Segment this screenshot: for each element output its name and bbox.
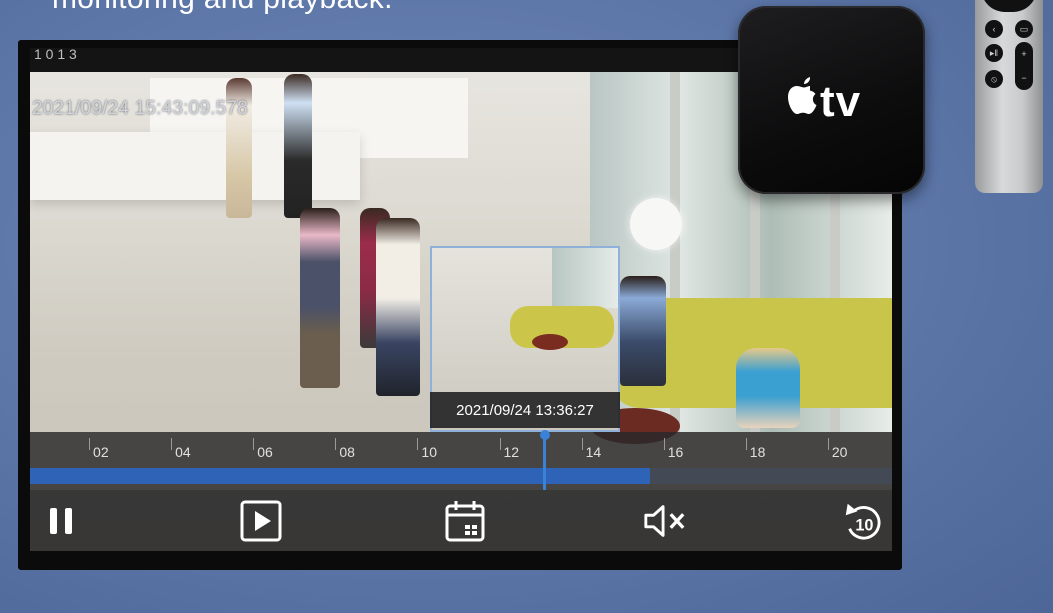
timeline-recorded-fill [30,468,650,484]
calendar-icon [445,501,485,542]
timeline-tick-label: 10 [421,444,437,460]
timeline-tick-label: 18 [749,444,766,460]
topbar-text: 1 0 1 3 [34,48,77,62]
timeline-tick [581,438,583,450]
timeline-tick [663,438,665,450]
timeline-tick [417,438,419,450]
timeline-tick-label: 06 [257,444,273,460]
timeline-playhead[interactable] [543,432,547,490]
apple-tv-logo-text: tv [820,77,862,126]
timeline-tick [335,438,337,450]
play-button[interactable] [238,498,284,544]
timeline-tick-label: 02 [93,444,109,460]
person [300,208,340,388]
headline-text: monitoring and playback. [52,0,393,16]
remote-play-pause-button: ▸‖ [985,44,1003,62]
rewind-10-button[interactable]: 10 [840,498,886,544]
timeline-tick [89,438,91,450]
timeline-tick-label: 08 [339,444,355,460]
person [736,348,800,428]
timeline-tick-label: 12 [503,444,520,460]
timeline-tick [499,438,501,450]
person [284,74,312,218]
timeline-tick [827,438,829,450]
apple-tv-box: tv [738,6,925,194]
apple-tv-logo: tv [786,76,861,127]
remote-volume-rocker: + − [1015,42,1033,90]
preview-time-label: 2021/09/24 13:36:27 [430,392,620,428]
timeline-tick [171,438,173,450]
timeline-tick-label: 20 [831,444,848,460]
playback-timeline[interactable]: 020406081012141618202 [30,430,892,490]
timeline-tick-label: 04 [175,444,191,460]
mute-icon [644,505,685,537]
rewind-10-icon: 10 [845,503,881,540]
mute-button[interactable] [642,498,688,544]
pendant-lamp [630,198,682,250]
remote-touchpad [981,0,1037,12]
person [620,276,666,386]
siri-remote: ‹ ▭ ▸‖ + − ⦸ [975,0,1043,193]
timeline-tick [745,438,747,450]
apple-logo-icon [788,77,817,114]
camera-timestamp: 2021/09/24 15:43:09.578 [32,98,248,119]
pause-icon [50,508,72,534]
playback-controls: 10 [30,490,892,551]
calendar-button[interactable] [442,498,488,544]
remote-back-button: ‹ [985,20,1003,38]
person [376,218,420,396]
timeline-tick-label: 16 [667,444,684,460]
timeline-tick [253,438,255,450]
remote-mute-button: ⦸ [985,70,1003,88]
svg-text:10: 10 [855,517,873,535]
play-icon [240,500,282,542]
timeline-playhead-knob[interactable] [539,430,550,440]
remote-tv-button: ▭ [1015,20,1033,38]
timeline-tick-label: 14 [585,444,602,460]
pause-button[interactable] [38,498,84,544]
